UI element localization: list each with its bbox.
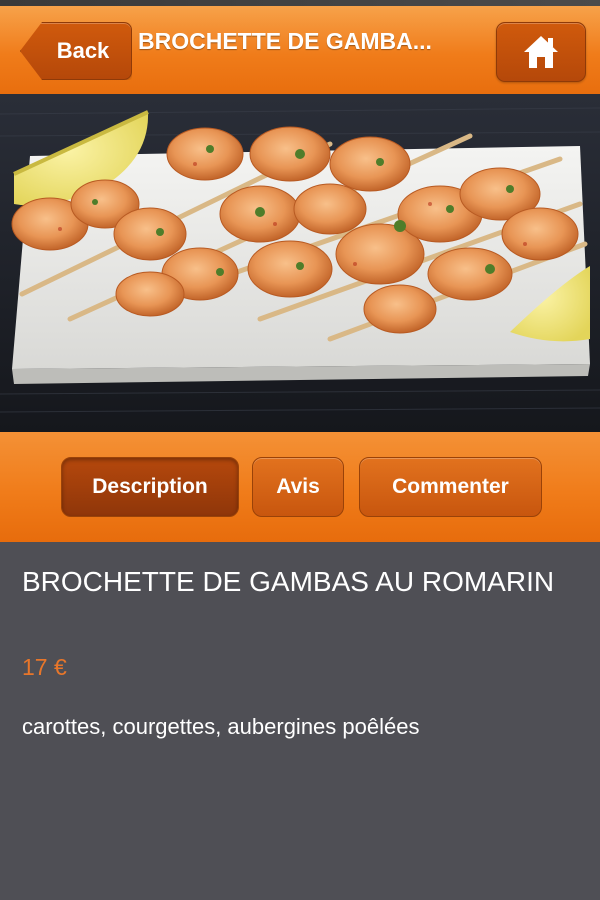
- dish-description: carottes, courgettes, aubergines poêlées: [22, 714, 420, 739]
- app-header: Back BROCHETTE DE GAMBA...: [0, 6, 600, 94]
- dish-details: BROCHETTE DE GAMBAS AU ROMARIN 17 € caro…: [0, 542, 600, 900]
- tab-commenter[interactable]: Commenter: [359, 457, 542, 517]
- dish-price: 17 €: [22, 654, 67, 680]
- home-button[interactable]: [496, 22, 586, 82]
- tab-description[interactable]: Description: [61, 457, 239, 517]
- dish-title: BROCHETTE DE GAMBAS AU ROMARIN: [22, 566, 555, 597]
- tab-bar: Description Avis Commenter: [0, 432, 600, 542]
- home-icon: [524, 36, 558, 68]
- shrimp-skewers-photo: [0, 94, 600, 432]
- back-button[interactable]: Back: [20, 22, 132, 80]
- page-title: BROCHETTE DE GAMBA...: [138, 28, 432, 54]
- dish-photo: [0, 94, 600, 432]
- tab-avis[interactable]: Avis: [252, 457, 344, 517]
